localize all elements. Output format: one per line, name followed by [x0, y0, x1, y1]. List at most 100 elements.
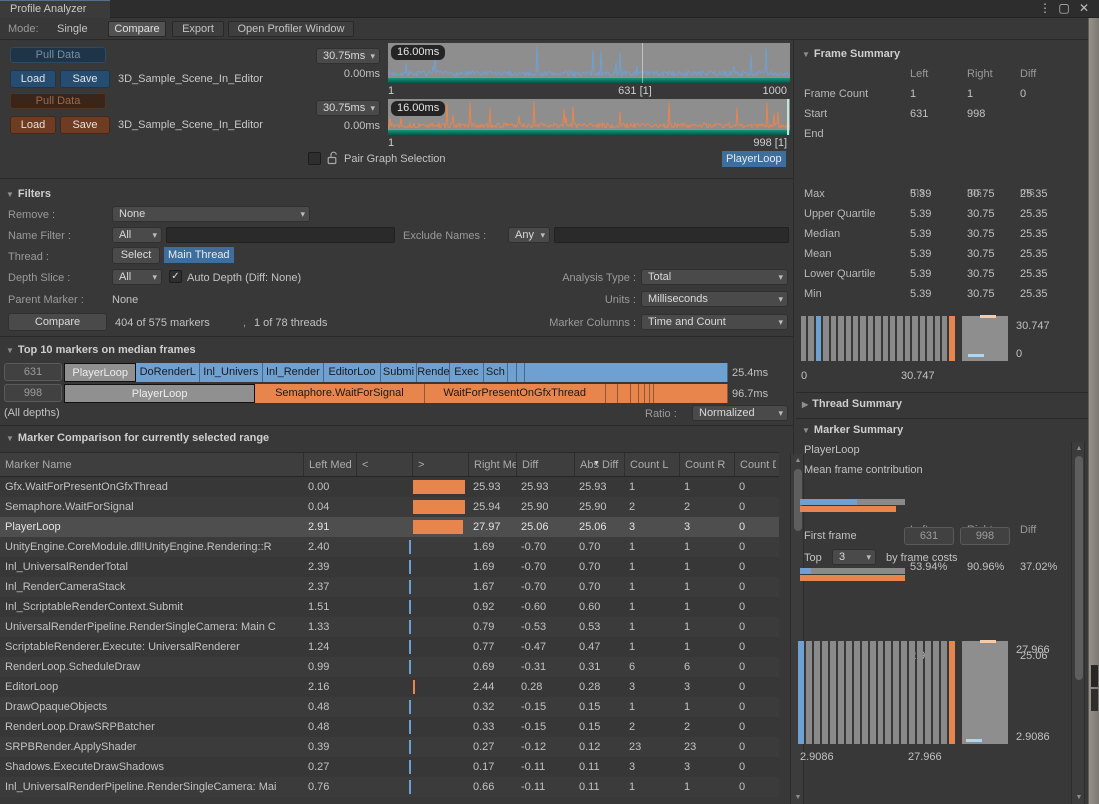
thread-value-chip[interactable]: Main Thread: [164, 247, 234, 263]
table-row[interactable]: SRPBRender.ApplyShader0.390.27-0.120.122…: [0, 737, 779, 757]
foldout-open-icon[interactable]: ▼: [802, 50, 810, 59]
frame-histogram[interactable]: [801, 316, 955, 361]
top10-segment[interactable]: [517, 363, 526, 382]
thread-select-button[interactable]: Select: [112, 247, 160, 264]
exclude-mode-dropdown[interactable]: Any▾: [508, 227, 550, 243]
column-header-count-r[interactable]: Count R: [679, 453, 734, 476]
top-n-dropdown[interactable]: 3▾: [832, 549, 876, 565]
open-profiler-window-button[interactable]: Open Profiler Window: [228, 21, 354, 37]
auto-depth-checkbox[interactable]: ✓: [169, 270, 182, 283]
maximize-icon[interactable]: ▢: [1056, 1, 1072, 15]
top10-segment[interactable]: PlayerLoop: [64, 384, 255, 403]
table-row[interactable]: Gfx.WaitForPresentOnGfxThread0.0025.9325…: [0, 477, 779, 497]
table-row[interactable]: Shadows.ExecuteDrawShadows0.270.17-0.110…: [0, 757, 779, 777]
top10-segment[interactable]: Inl_Univers: [200, 363, 262, 382]
foldout-open-icon[interactable]: ▼: [802, 426, 810, 435]
window-tab[interactable]: Profile Analyzer: [0, 0, 110, 18]
top10-segment[interactable]: Rende: [417, 363, 450, 382]
top10-bar-left[interactable]: PlayerLoopDoRenderLInl_UniversInl_Render…: [64, 363, 728, 382]
top10-segment[interactable]: Inl_Render: [263, 363, 325, 382]
analysis-type-dropdown[interactable]: Total▾: [641, 269, 788, 285]
first-frame-left-button[interactable]: 631: [904, 527, 954, 545]
right-range-dropdown[interactable]: 30.75ms▾: [316, 100, 380, 116]
top10-segment[interactable]: [618, 384, 631, 403]
left-frame-graph[interactable]: 16.00ms: [388, 43, 790, 83]
top10-segment[interactable]: [508, 363, 517, 382]
column-header--[interactable]: >: [412, 453, 468, 476]
mode-single-button[interactable]: Single: [57, 23, 88, 35]
top10-segment[interactable]: EditorLoo: [324, 363, 380, 382]
top10-segment[interactable]: WaitForPresentOnGfxThread: [425, 384, 606, 403]
close-icon[interactable]: ✕: [1076, 1, 1092, 15]
table-row[interactable]: ScriptableRenderer.Execute: UniversalRen…: [0, 637, 779, 657]
left-range-dropdown[interactable]: 30.75ms▾: [316, 48, 380, 64]
left-frame-index-button[interactable]: 631: [4, 363, 62, 381]
table-row[interactable]: PlayerLoop2.9127.9725.0625.06330: [0, 517, 779, 537]
units-dropdown[interactable]: Milliseconds▾: [641, 291, 788, 307]
marker-columns-dropdown[interactable]: Time and Count▾: [641, 314, 788, 330]
foldout-open-icon[interactable]: ▼: [6, 434, 14, 443]
table-row[interactable]: Inl_ScriptableRenderContext.Submit1.510.…: [0, 597, 779, 617]
top10-segment[interactable]: [631, 384, 639, 403]
column-header-count-d[interactable]: Count D: [734, 453, 776, 476]
right-frame-graph[interactable]: 16.00ms: [388, 99, 790, 135]
column-header-right-me[interactable]: Right Me: [468, 453, 516, 476]
top10-segment[interactable]: PlayerLoop: [64, 363, 136, 382]
compare-button[interactable]: Compare: [8, 313, 107, 331]
first-frame-right-button[interactable]: 998: [960, 527, 1010, 545]
pull-data-left-button[interactable]: Pull Data: [10, 47, 106, 63]
window-edge[interactable]: [1088, 18, 1099, 804]
remove-dropdown[interactable]: None▾: [112, 206, 310, 222]
column-header-left-med[interactable]: Left Med: [303, 453, 356, 476]
right-frame-index-button[interactable]: 998: [4, 384, 62, 402]
table-row[interactable]: UnityEngine.CoreModule.dll!UnityEngine.R…: [0, 537, 779, 557]
top10-segment[interactable]: DoRenderL: [136, 363, 200, 382]
save-right-button[interactable]: Save: [60, 116, 110, 134]
save-left-button[interactable]: Save: [60, 70, 110, 88]
table-row[interactable]: RenderLoop.ScheduleDraw0.990.69-0.310.31…: [0, 657, 779, 677]
top10-segment[interactable]: Exec: [450, 363, 483, 382]
marker-histogram[interactable]: [798, 641, 955, 744]
depth-mode-dropdown[interactable]: All▾: [112, 269, 162, 285]
export-button[interactable]: Export: [172, 21, 224, 37]
top10-segment[interactable]: Submi: [381, 363, 418, 382]
summary-scrollbar[interactable]: ▲ ▼: [1071, 442, 1085, 804]
column-header--[interactable]: <: [356, 453, 412, 476]
load-left-button[interactable]: Load: [10, 70, 56, 88]
column-header-count-l[interactable]: Count L: [624, 453, 679, 476]
load-right-button[interactable]: Load: [10, 116, 56, 134]
mode-compare-button[interactable]: Compare: [108, 21, 166, 37]
marker-boxplot[interactable]: [962, 641, 1008, 744]
column-header-diff[interactable]: Diff: [516, 453, 574, 476]
table-row[interactable]: DrawOpaqueObjects0.480.32-0.150.15110: [0, 697, 779, 717]
top10-segment[interactable]: [525, 363, 728, 382]
top10-segment[interactable]: [654, 384, 728, 403]
scroll-down-icon[interactable]: ▼: [1072, 794, 1086, 801]
top10-segment[interactable]: Sch: [484, 363, 509, 382]
table-row[interactable]: Inl_UniversalRenderTotal2.391.69-0.700.7…: [0, 557, 779, 577]
top10-segment[interactable]: [606, 384, 619, 403]
frame-boxplot[interactable]: [962, 316, 1008, 361]
top10-bar-right[interactable]: PlayerLoopSemaphore.WaitForSignalWaitFor…: [64, 384, 728, 403]
name-filter-input[interactable]: [166, 227, 395, 243]
pull-data-right-button[interactable]: Pull Data: [10, 93, 106, 109]
foldout-closed-icon[interactable]: ▶: [802, 400, 808, 409]
kebab-menu-icon[interactable]: ⋮: [1037, 1, 1053, 15]
scroll-up-icon[interactable]: ▲: [1072, 445, 1086, 452]
ratio-dropdown[interactable]: Normalized▾: [692, 405, 788, 421]
table-row[interactable]: EditorLoop2.162.440.280.28330: [0, 677, 779, 697]
column-header-abs-diff[interactable]: Abs Diff▼: [574, 453, 624, 476]
selected-marker-chip[interactable]: PlayerLoop: [722, 151, 786, 167]
table-row[interactable]: Semaphore.WaitForSignal0.0425.9425.9025.…: [0, 497, 779, 517]
foldout-open-icon[interactable]: ▼: [6, 346, 14, 355]
top10-segment[interactable]: Semaphore.WaitForSignal: [255, 384, 424, 403]
table-row[interactable]: RenderLoop.DrawSRPBatcher0.480.33-0.150.…: [0, 717, 779, 737]
table-row[interactable]: Inl_RenderCameraStack2.371.67-0.700.7011…: [0, 577, 779, 597]
table-row[interactable]: UniversalRenderPipeline.RenderSingleCame…: [0, 617, 779, 637]
table-row[interactable]: Inl_UniversalRenderPipeline.RenderSingle…: [0, 777, 779, 797]
pair-graph-checkbox[interactable]: [308, 152, 321, 165]
scrollbar-thumb[interactable]: [1075, 456, 1083, 680]
column-header-marker-name[interactable]: Marker Name: [0, 453, 303, 476]
exclude-names-input[interactable]: [554, 227, 789, 243]
foldout-open-icon[interactable]: ▼: [6, 190, 14, 199]
